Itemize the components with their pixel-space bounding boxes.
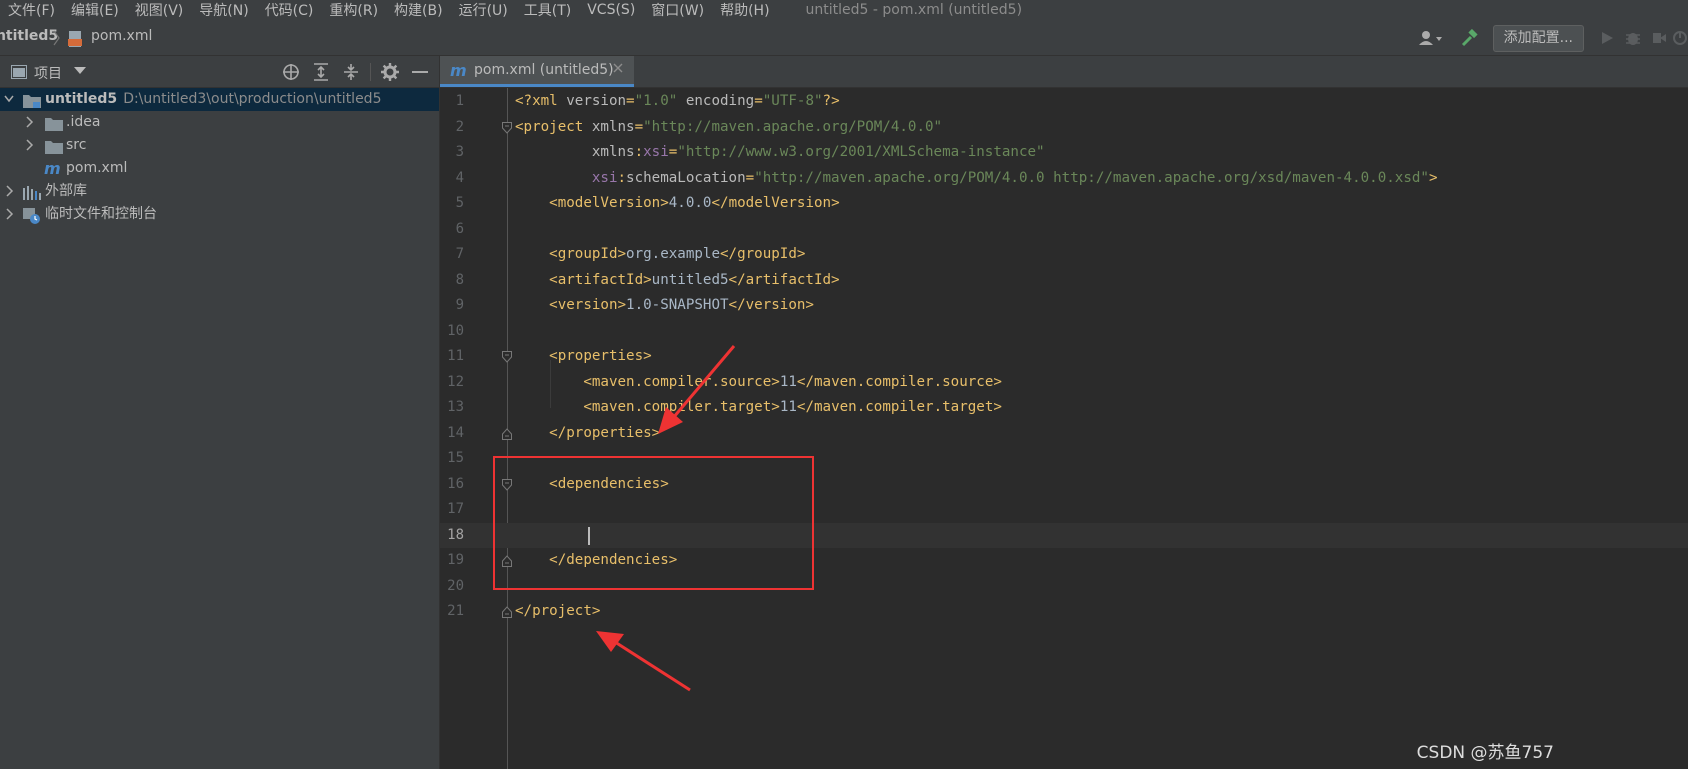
watermark: CSDN @苏鱼757 [1416,743,1554,763]
arrow-to-project [596,631,691,692]
annotation-arrows [596,345,736,692]
arrow-to-properties [658,345,736,434]
